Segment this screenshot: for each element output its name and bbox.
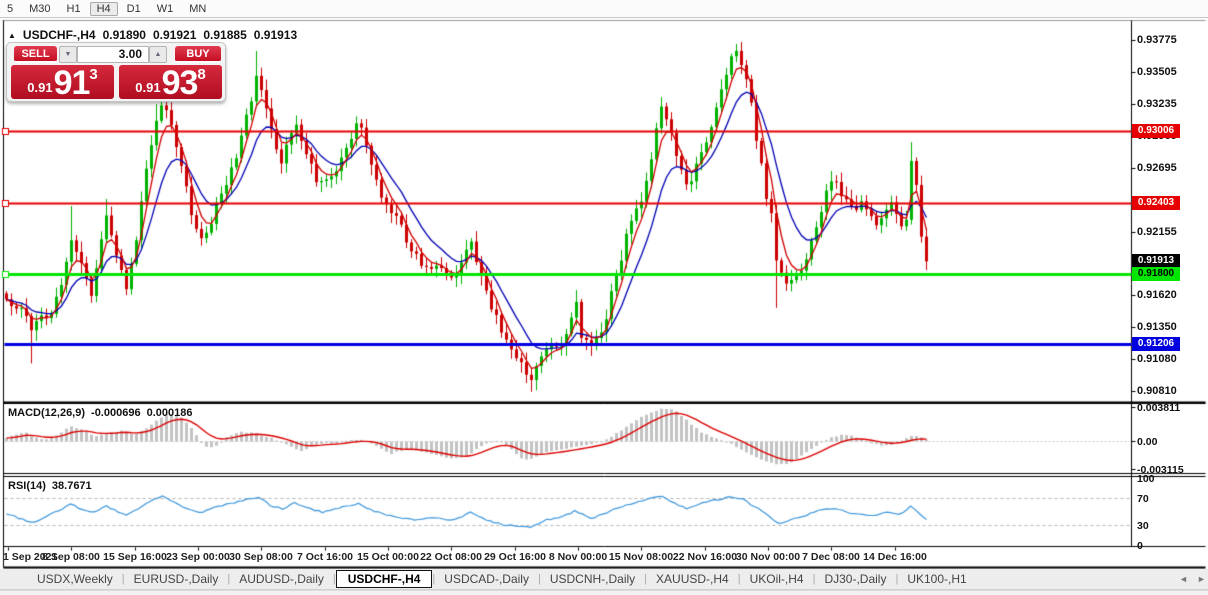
symbol-tab-uk100-h1[interactable]: UK100-,H1 <box>898 571 975 587</box>
volume-input[interactable]: 3.00 <box>77 46 149 63</box>
buy-button[interactable]: BUY <box>175 46 221 63</box>
time-axis-label: 15 Oct 00:00 <box>357 551 419 563</box>
rsi-value: 38.7671 <box>52 480 92 492</box>
time-axis-label: 7 Dec 08:00 <box>802 551 860 563</box>
price-axis-tick: 0.91350 <box>1137 321 1177 333</box>
sell-price-prefix: 0.91 <box>27 80 52 95</box>
time-axis-label: 15 Nov 08:00 <box>609 551 673 563</box>
price-axis-tick: 0.93235 <box>1137 98 1177 110</box>
rsi-axis-label: 70 <box>1137 493 1149 505</box>
buy-price-prefix: 0.91 <box>135 80 160 95</box>
time-axis-label: 23 Sep 00:00 <box>166 551 230 563</box>
sell-button[interactable]: SELL <box>14 46 57 63</box>
ohlc-high: 0.91921 <box>153 28 196 42</box>
macd-name: MACD(12,26,9) <box>8 407 85 419</box>
macd-label: MACD(12,26,9) -0.000696 0.000186 <box>8 407 192 419</box>
price-line-badge: 0.91913 <box>1132 254 1180 268</box>
time-axis-label: 8 Nov 00:00 <box>549 551 607 563</box>
price-axis-tick: 0.92695 <box>1137 162 1177 174</box>
chart-title: ▲ USDCHF-,H4 0.91890 0.91921 0.91885 0.9… <box>8 28 297 42</box>
symbol-tab-usdx-weekly[interactable]: USDX,Weekly <box>28 571 122 587</box>
time-axis-label: 30 Nov 00:00 <box>736 551 800 563</box>
rsi-axis-label: 30 <box>1137 520 1149 532</box>
buy-price-button[interactable]: 0.91 93 8 <box>119 65 222 99</box>
time-axis-label: 29 Oct 16:00 <box>484 551 546 563</box>
rsi-axis-label: 0 <box>1137 540 1143 552</box>
timeframe-button-h4[interactable]: H4 <box>90 2 118 16</box>
symbol-tab-audusd-daily[interactable]: AUDUSD-,Daily <box>230 571 333 587</box>
symbol-tab-usdcnh-daily[interactable]: USDCNH-,Daily <box>541 571 644 587</box>
macd-axis-label: 0.00 <box>1137 436 1157 448</box>
symbol-tab-usdchf-h4[interactable]: USDCHF-,H4 <box>336 570 433 588</box>
timeframe-button-5[interactable]: 5 <box>0 2 20 16</box>
timeframe-button-d1[interactable]: D1 <box>120 2 148 16</box>
symbol-tab-ukoil-h4[interactable]: UKOil-,H4 <box>741 571 813 587</box>
price-axis-tick: 0.90810 <box>1137 385 1177 397</box>
price-axis-tick: 0.92155 <box>1137 226 1177 238</box>
symbol-tab-xauusd-h4[interactable]: XAUUSD-,H4 <box>647 571 738 587</box>
symbol-tab-usdcad-daily[interactable]: USDCAD-,Daily <box>435 571 538 587</box>
symbol-tab-dj30-daily[interactable]: DJ30-,Daily <box>815 571 895 587</box>
buy-price-point: 8 <box>197 66 205 83</box>
sell-price-point: 3 <box>89 66 97 83</box>
time-axis-label: 22 Nov 16:00 <box>673 551 737 563</box>
macd-value-signal: 0.000186 <box>147 407 193 419</box>
status-strip <box>0 590 1208 595</box>
ohlc-open: 0.91890 <box>103 28 146 42</box>
price-axis-tick: 0.93505 <box>1137 66 1177 78</box>
price-line-badge: 0.91800 <box>1132 267 1180 281</box>
symbol-tab-eurusd-daily[interactable]: EURUSD-,Daily <box>125 571 228 587</box>
time-axis-label: 8 Sep 08:00 <box>42 551 100 563</box>
sell-price-button[interactable]: 0.91 91 3 <box>11 65 114 99</box>
rsi-name: RSI(14) <box>8 480 46 492</box>
time-axis-label: 30 Sep 08:00 <box>229 551 293 563</box>
timeframe-button-w1[interactable]: W1 <box>150 2 181 16</box>
timeframe-button-m30[interactable]: M30 <box>22 2 57 16</box>
buy-price-pips: 93 <box>162 68 198 98</box>
time-axis-label: 22 Oct 08:00 <box>420 551 482 563</box>
timeframe-toolbar: 5M30H1H4D1W1MN <box>0 0 1208 18</box>
collapse-icon[interactable]: ▲ <box>8 31 16 40</box>
time-axis-label: 14 Dec 16:00 <box>863 551 927 563</box>
volume-increase-button[interactable]: ▲ <box>149 46 167 63</box>
sell-price-pips: 91 <box>54 68 90 98</box>
ohlc-low: 0.91885 <box>203 28 246 42</box>
price-line-badge: 0.92403 <box>1132 196 1180 210</box>
timeframe-button-h1[interactable]: H1 <box>60 2 88 16</box>
tab-scroll-left-icon[interactable]: ◄ <box>1179 574 1188 584</box>
one-click-trade-panel: SELL ▼ 3.00 ▲ BUY 0.91 91 3 0.91 93 8 <box>6 42 226 102</box>
macd-value-main: -0.000696 <box>91 407 141 419</box>
rsi-label: RSI(14) 38.7671 <box>8 480 92 492</box>
symbol-tab-bar: USDX,Weekly|EURUSD-,Daily|AUDUSD-,Daily|… <box>0 569 1208 590</box>
ohlc-close: 0.91913 <box>254 28 297 42</box>
price-line-badge: 0.93006 <box>1132 124 1180 138</box>
macd-axis-label: 0.003811 <box>1137 402 1180 414</box>
tab-scroll-right-icon[interactable]: ► <box>1197 574 1206 584</box>
volume-decrease-button[interactable]: ▼ <box>59 46 77 63</box>
time-axis-label: 15 Sep 16:00 <box>103 551 167 563</box>
timeframe-button-mn[interactable]: MN <box>182 2 213 16</box>
price-axis-tick: 0.91620 <box>1137 289 1177 301</box>
time-axis-label: 7 Oct 16:00 <box>297 551 353 563</box>
price-line-badge: 0.91206 <box>1132 337 1180 351</box>
price-axis-tick: 0.91080 <box>1137 353 1177 365</box>
rsi-axis-label: 100 <box>1137 473 1155 485</box>
price-axis-tick: 0.93775 <box>1137 34 1177 46</box>
symbol-title: USDCHF-,H4 <box>23 28 96 42</box>
